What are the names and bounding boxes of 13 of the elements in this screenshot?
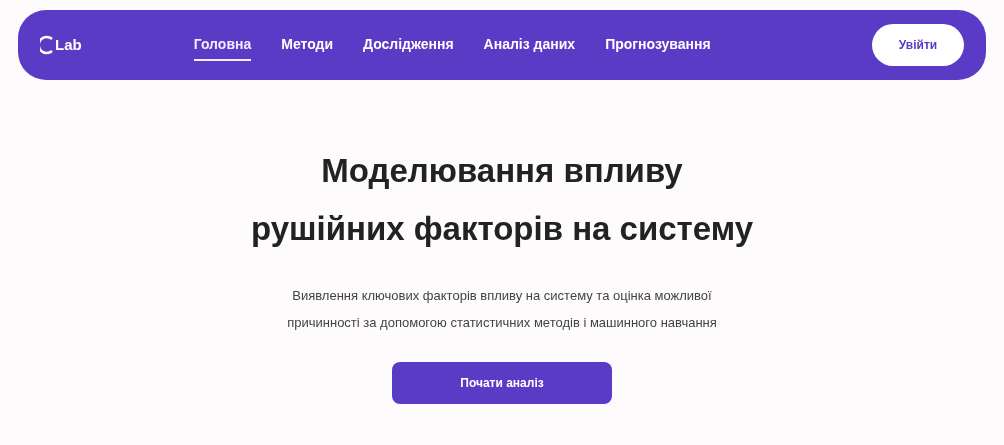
logo[interactable]: Lab xyxy=(40,33,82,57)
hero-title-line: Моделювання впливу xyxy=(321,151,683,191)
nav-link[interactable]: Дослідження xyxy=(363,29,454,61)
nav-link[interactable]: Головна xyxy=(193,29,252,61)
hero-title-line: рушійних факторів на систему xyxy=(250,209,753,249)
nav-link[interactable]: Аналіз даних xyxy=(483,29,576,61)
hero-description: Виявлення ключових факторів впливу на систему та оцінка можливої причинності за допомогою статистичних методів і машинного навчання xyxy=(286,287,718,332)
ring-icon xyxy=(40,35,54,55)
logo-text: Lab xyxy=(55,34,82,55)
nav-link[interactable]: Методи xyxy=(281,29,334,61)
nav-link[interactable]: Прогнозування xyxy=(605,29,711,61)
login-button[interactable]: Увійти xyxy=(872,24,964,66)
start-analysis-button[interactable]: Почати аналіз xyxy=(392,362,612,404)
